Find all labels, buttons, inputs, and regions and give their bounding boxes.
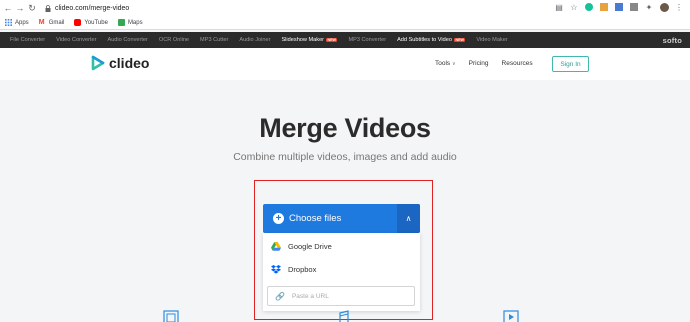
bookmark-gmail[interactable]: M Gmail: [39, 19, 65, 26]
plus-icon: +: [273, 213, 284, 224]
chevron-up-icon[interactable]: ∧: [397, 204, 420, 233]
dropbox-icon: [271, 265, 281, 274]
choose-files-label: Choose files: [289, 213, 342, 224]
lock-icon: [45, 4, 51, 12]
bookmark-youtube[interactable]: YouTube: [74, 19, 108, 26]
new-badge: NEW: [326, 37, 338, 42]
url-placeholder: Paste a URL: [291, 292, 329, 300]
bookmarks-bar: Apps M Gmail YouTube Maps: [0, 16, 690, 30]
chevron-down-icon: ∨: [452, 61, 456, 67]
softo-logo[interactable]: softo: [663, 36, 682, 45]
softo-link-slideshow-maker[interactable]: Slideshow Maker NEW: [281, 37, 338, 43]
address-bar[interactable]: clideo.com/merge-video: [45, 2, 129, 14]
gmail-icon: M: [38, 19, 45, 26]
music-note-icon: [339, 310, 349, 322]
nav-pricing[interactable]: Pricing: [469, 60, 489, 67]
paste-url-input[interactable]: 🔗 Paste a URL: [267, 286, 415, 306]
bookmark-apps[interactable]: Apps: [5, 19, 29, 26]
forward-icon[interactable]: →: [14, 0, 26, 16]
clideo-play-icon: [91, 55, 105, 71]
choose-files-button[interactable]: + Choose files ∧: [263, 204, 420, 233]
main-nav: Tools ∨ Pricing Resources: [435, 60, 533, 67]
nav-label: Tools: [435, 60, 451, 67]
reload-icon[interactable]: ↻: [26, 0, 38, 16]
softo-link-label: Add Subtitles to Video: [397, 37, 453, 43]
video-frame-icon: [163, 310, 179, 322]
softo-link-label: Slideshow Maker: [281, 37, 325, 43]
bookmark-maps[interactable]: Maps: [117, 19, 143, 26]
extension-icon-2[interactable]: [614, 2, 624, 12]
softo-link-mp3-cutter[interactable]: MP3 Cutter: [200, 37, 228, 43]
apps-grid-icon: [5, 19, 12, 26]
video-play-icon: [503, 310, 519, 322]
bookmark-label: YouTube: [84, 19, 108, 26]
extension-icon[interactable]: [599, 2, 609, 12]
softo-link-file-converter[interactable]: File Converter: [10, 37, 45, 43]
google-drive-label: Google Drive: [288, 242, 332, 251]
dropbox-option[interactable]: Dropbox: [271, 265, 316, 274]
softo-link-add-subtitles[interactable]: Add Subtitles to Video NEW: [397, 37, 466, 43]
softo-link-video-maker[interactable]: Video Maker: [476, 37, 507, 43]
bookmark-label: Maps: [127, 19, 143, 26]
logo-text: clideo: [109, 55, 150, 71]
softo-link-mp3-converter[interactable]: MP3 Converter: [348, 37, 386, 43]
youtube-icon: [74, 19, 82, 26]
page-subtitle: Combine multiple videos, images and add …: [233, 151, 457, 163]
softo-bar: File Converter Video Converter Audio Con…: [0, 32, 690, 48]
extension-icon-3[interactable]: [629, 2, 639, 12]
extension-grammarly-icon[interactable]: [584, 2, 594, 12]
page-title: Merge Videos: [259, 113, 431, 143]
softo-link-ocr-online[interactable]: OCR Online: [159, 37, 189, 43]
bookmark-label: Apps: [15, 19, 29, 26]
link-icon: 🔗: [275, 291, 285, 301]
nav-tools[interactable]: Tools ∨: [435, 60, 456, 67]
more-icon[interactable]: ⋮: [674, 2, 684, 12]
puzzle-icon[interactable]: ✦: [644, 2, 654, 12]
site-header: clideo Tools ∨ Pricing Resources Sign In: [0, 48, 690, 80]
softo-link-video-converter[interactable]: Video Converter: [56, 37, 96, 43]
softo-link-audio-joiner[interactable]: Audio Joiner: [239, 37, 270, 43]
avatar[interactable]: [659, 2, 669, 12]
url-text: clideo.com/merge-video: [55, 4, 130, 12]
softo-link-audio-converter[interactable]: Audio Converter: [107, 37, 147, 43]
clideo-logo[interactable]: clideo: [91, 55, 149, 71]
browser-toolbar: ← → ↻ clideo.com/merge-video ▤ ☆ ✦ ⋮: [0, 0, 690, 16]
signin-button[interactable]: Sign In: [552, 56, 589, 72]
upload-source-menu: Google Drive Dropbox 🔗 Paste a URL: [263, 233, 420, 311]
back-icon[interactable]: ←: [2, 0, 14, 16]
nav-resources[interactable]: Resources: [502, 60, 533, 67]
bookmark-label: Gmail: [48, 19, 65, 26]
new-badge: NEW: [454, 37, 466, 42]
dropbox-label: Dropbox: [288, 265, 317, 274]
translate-icon[interactable]: ▤: [554, 2, 564, 12]
google-drive-option[interactable]: Google Drive: [271, 242, 332, 251]
maps-icon: [117, 19, 125, 26]
star-icon[interactable]: ☆: [569, 2, 579, 12]
google-drive-icon: [271, 242, 281, 251]
